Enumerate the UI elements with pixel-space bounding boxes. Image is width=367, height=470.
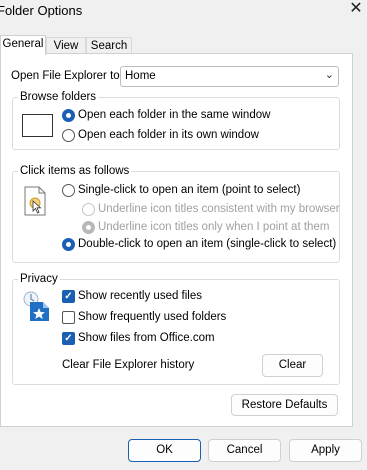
recent-files-checkbox[interactable]: ✓ [62,290,75,303]
browse-folders-group [12,97,340,150]
browse-folders-legend: Browse folders [18,91,99,103]
click-items-legend: Click items as follows [18,165,132,177]
privacy-icon [22,290,52,325]
double-click-radio[interactable] [62,238,75,251]
same-window-radio[interactable] [62,109,75,122]
tab-general[interactable]: General [0,35,46,55]
open-explorer-value: Home [125,70,156,82]
cancel-button[interactable]: Cancel [208,439,281,462]
frequent-folders-label[interactable]: Show frequently used folders [78,311,226,323]
underline-browser-radio [82,203,95,216]
ok-button[interactable]: OK [128,439,201,462]
chevron-down-icon: ⌄ [324,69,334,81]
apply-button[interactable]: Apply [289,439,362,462]
frequent-folders-checkbox[interactable] [62,311,75,324]
own-window-label[interactable]: Open each folder in its own window [78,129,259,141]
own-window-radio[interactable] [62,129,75,142]
clear-history-label: Clear File Explorer history [62,359,195,371]
open-explorer-dropdown[interactable]: Home ⌄ [120,66,339,87]
double-click-label[interactable]: Double-click to open an item (single-cli… [78,238,336,250]
close-icon[interactable]: ✕ [348,0,364,19]
restore-defaults-button[interactable]: Restore Defaults [231,394,338,416]
recent-files-label[interactable]: Show recently used files [78,290,202,302]
single-click-label[interactable]: Single-click to open an item (point to s… [78,184,300,196]
browse-window-icon [22,114,53,137]
tab-strip: General View Search [0,35,367,55]
office-files-checkbox[interactable]: ✓ [62,332,75,345]
privacy-legend: Privacy [18,273,60,285]
underline-point-radio [82,221,95,234]
same-window-label[interactable]: Open each folder in the same window [78,109,270,121]
clear-button[interactable]: Clear [262,354,323,377]
open-explorer-label: Open File Explorer to: [11,70,123,82]
tab-search[interactable]: Search [86,37,132,54]
window-title: Folder Options [0,3,83,18]
click-document-icon [22,186,48,219]
underline-point-label: Underline icon titles only when I point … [98,221,330,233]
single-click-radio[interactable] [62,184,75,197]
office-files-label[interactable]: Show files from Office.com [78,332,215,344]
tab-view[interactable]: View [46,37,86,54]
underline-browser-label: Underline icon titles consistent with my… [98,203,340,215]
